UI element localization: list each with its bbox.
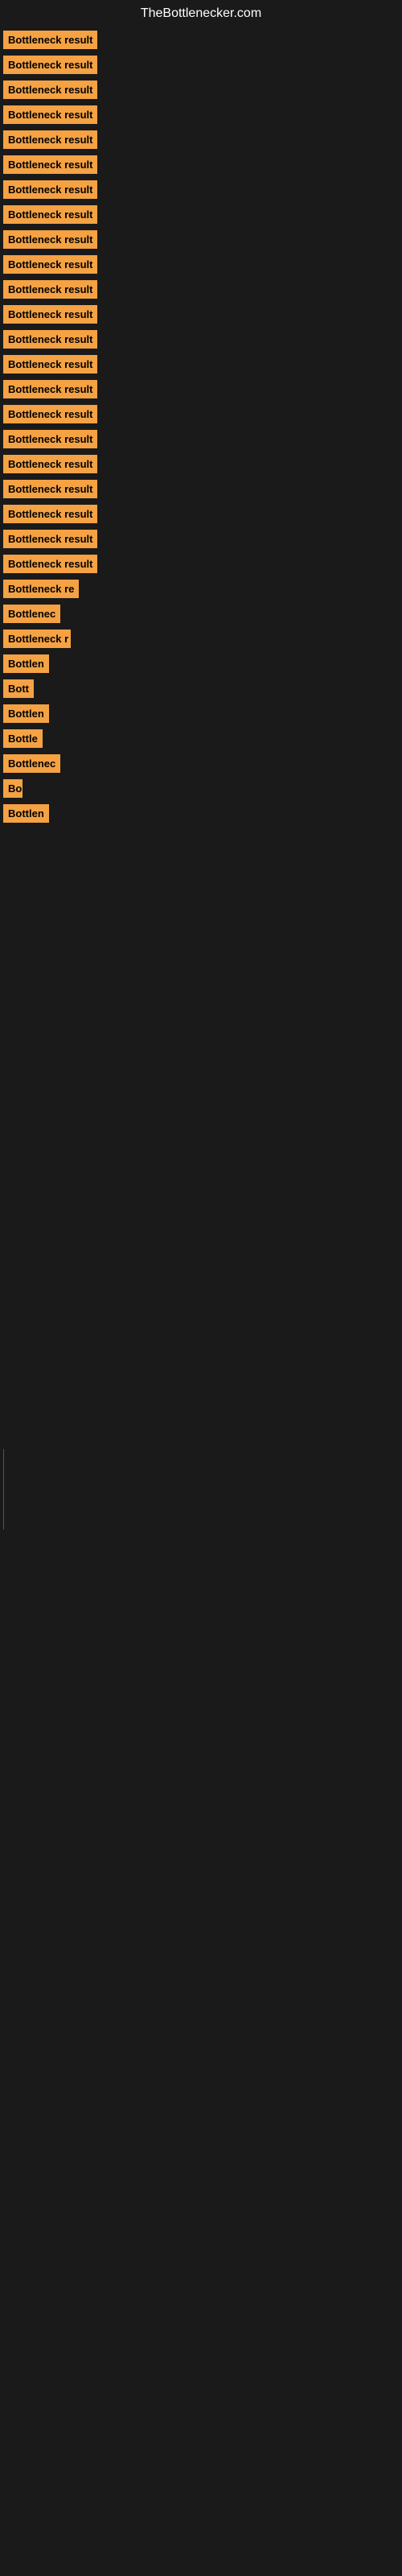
bottleneck-bar-14: Bottleneck result (3, 355, 97, 374)
bottleneck-bar-3: Bottleneck result (3, 80, 97, 99)
bar-row-21: Bottleneck result (0, 526, 402, 551)
bottleneck-bar-28: Bottlen (3, 704, 49, 723)
bar-row-18: Bottleneck result (0, 452, 402, 477)
bottleneck-bar-1: Bottleneck result (3, 31, 97, 49)
bar-row-16: Bottleneck result (0, 402, 402, 427)
bar-row-26: Bottlen (0, 651, 402, 676)
bar-row-22: Bottleneck result (0, 551, 402, 576)
bottleneck-bar-4: Bottleneck result (3, 105, 97, 124)
bottleneck-bar-2: Bottleneck result (3, 56, 97, 74)
bar-row-20: Bottleneck result (0, 502, 402, 526)
bottleneck-bar-18: Bottleneck result (3, 455, 97, 473)
bar-row-24: Bottlenec (0, 601, 402, 626)
bottleneck-bar-5: Bottleneck result (3, 130, 97, 149)
bottleneck-bar-7: Bottleneck result (3, 180, 97, 199)
bottleneck-bar-12: Bottleneck result (3, 305, 97, 324)
bar-row-13: Bottleneck result (0, 327, 402, 352)
bottleneck-bar-27: Bott (3, 679, 34, 698)
bar-row-19: Bottleneck result (0, 477, 402, 502)
bar-row-17: Bottleneck result (0, 427, 402, 452)
bottleneck-bar-31: Bo (3, 779, 23, 798)
bar-row-7: Bottleneck result (0, 177, 402, 202)
bottleneck-bar-6: Bottleneck result (3, 155, 97, 174)
bar-row-32: Bottlen (0, 801, 402, 826)
bar-row-27: Bott (0, 676, 402, 701)
bottleneck-bar-8: Bottleneck result (3, 205, 97, 224)
bar-row-4: Bottleneck result (0, 102, 402, 127)
bar-row-9: Bottleneck result (0, 227, 402, 252)
bar-row-25: Bottleneck r (0, 626, 402, 651)
vertical-line (3, 1449, 4, 1530)
bar-row-28: Bottlen (0, 701, 402, 726)
bottleneck-bar-20: Bottleneck result (3, 505, 97, 523)
bar-row-30: Bottlenec (0, 751, 402, 776)
bottleneck-bar-11: Bottleneck result (3, 280, 97, 299)
bar-row-31: Bo (0, 776, 402, 801)
bar-row-11: Bottleneck result (0, 277, 402, 302)
bottleneck-bar-25: Bottleneck r (3, 630, 71, 648)
bar-row-1: Bottleneck result (0, 27, 402, 52)
bar-row-12: Bottleneck result (0, 302, 402, 327)
bar-row-8: Bottleneck result (0, 202, 402, 227)
bars-container: Bottleneck result Bottleneck result Bottle… (0, 27, 402, 826)
bottleneck-bar-10: Bottleneck result (3, 255, 97, 274)
bottleneck-bar-32: Bottlen (3, 804, 49, 823)
bottleneck-bar-15: Bottleneck result (3, 380, 97, 398)
bottleneck-bar-26: Bottlen (3, 654, 49, 673)
bar-row-29: Bottle (0, 726, 402, 751)
bottleneck-bar-9: Bottleneck result (3, 230, 97, 249)
bottleneck-bar-29: Bottle (3, 729, 43, 748)
bar-row-3: Bottleneck result (0, 77, 402, 102)
bar-row-2: Bottleneck result (0, 52, 402, 77)
bar-row-10: Bottleneck result (0, 252, 402, 277)
bar-row-14: Bottleneck result (0, 352, 402, 377)
bar-row-6: Bottleneck result (0, 152, 402, 177)
site-title: TheBottlenecker.com (0, 0, 402, 27)
bottleneck-bar-22: Bottleneck result (3, 555, 97, 573)
bar-row-5: Bottleneck result (0, 127, 402, 152)
bottleneck-bar-24: Bottlenec (3, 605, 60, 623)
bottleneck-bar-23: Bottleneck re (3, 580, 79, 598)
bottleneck-bar-16: Bottleneck result (3, 405, 97, 423)
bottleneck-bar-17: Bottleneck result (3, 430, 97, 448)
bottleneck-bar-21: Bottleneck result (3, 530, 97, 548)
bottleneck-bar-19: Bottleneck result (3, 480, 97, 498)
bar-row-23: Bottleneck re (0, 576, 402, 601)
bottleneck-bar-30: Bottlenec (3, 754, 60, 773)
page-container: TheBottlenecker.com Bottleneck resultBot… (0, 0, 402, 2576)
bar-row-15: Bottleneck result (0, 377, 402, 402)
bottleneck-bar-13: Bottleneck result (3, 330, 97, 349)
